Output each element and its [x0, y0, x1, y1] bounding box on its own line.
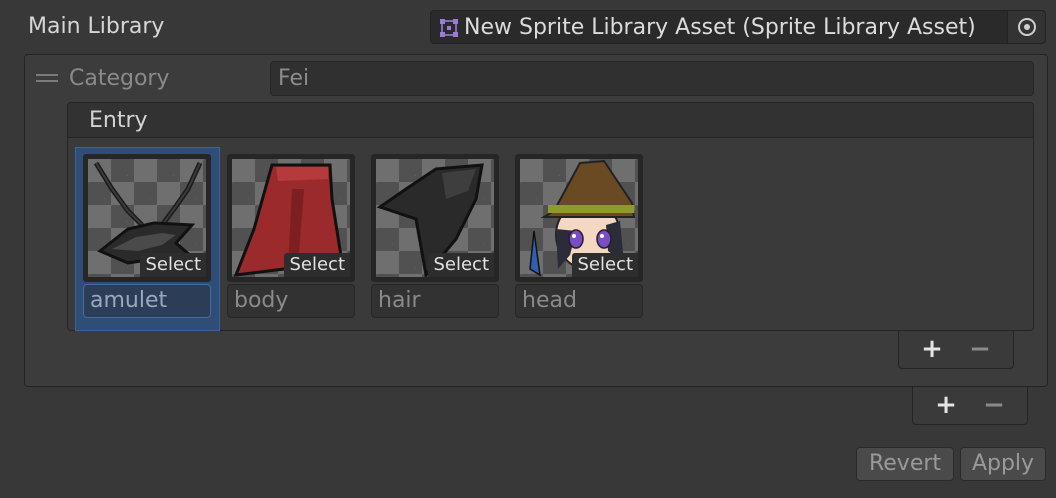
- remove-category-button[interactable]: −: [979, 391, 1009, 419]
- entry-thumbnail-amulet[interactable]: Select: [83, 154, 211, 282]
- category-name-field[interactable]: Fei: [270, 61, 1034, 96]
- add-category-button[interactable]: +: [931, 391, 961, 419]
- entry-thumbnail-body[interactable]: Select: [227, 154, 355, 282]
- remove-entry-button[interactable]: −: [965, 335, 995, 363]
- category-list-footer: + −: [912, 387, 1028, 425]
- drag-handle-icon[interactable]: [36, 74, 58, 84]
- entry-name-field[interactable]: body: [227, 284, 355, 318]
- main-library-label: Main Library: [28, 14, 165, 39]
- add-entry-button[interactable]: +: [917, 335, 947, 363]
- sprite-library-asset-field[interactable]: New Sprite Library Asset (Sprite Library…: [430, 10, 1046, 44]
- select-button[interactable]: Select: [572, 253, 638, 277]
- entry-name-field[interactable]: head: [515, 284, 643, 318]
- entry-thumbnail-hair[interactable]: Select: [371, 154, 499, 282]
- apply-button[interactable]: Apply: [960, 447, 1046, 481]
- entry-header: [68, 103, 1033, 138]
- sprite-library-asset-name: New Sprite Library Asset (Sprite Library…: [464, 15, 976, 40]
- entry-thumbnail-head[interactable]: Select: [515, 154, 643, 282]
- object-picker-button[interactable]: [1007, 11, 1045, 43]
- entry-label: Entry: [89, 108, 148, 133]
- select-button[interactable]: Select: [428, 253, 494, 277]
- sprite-library-icon: [440, 19, 458, 37]
- revert-button[interactable]: Revert: [856, 447, 954, 481]
- select-button[interactable]: Select: [284, 253, 350, 277]
- select-button[interactable]: Select: [140, 253, 206, 277]
- entry-name-field[interactable]: hair: [371, 284, 499, 318]
- entry-name-field[interactable]: amulet: [83, 284, 211, 318]
- entry-list-footer: + −: [898, 331, 1014, 369]
- category-label: Category: [69, 66, 170, 91]
